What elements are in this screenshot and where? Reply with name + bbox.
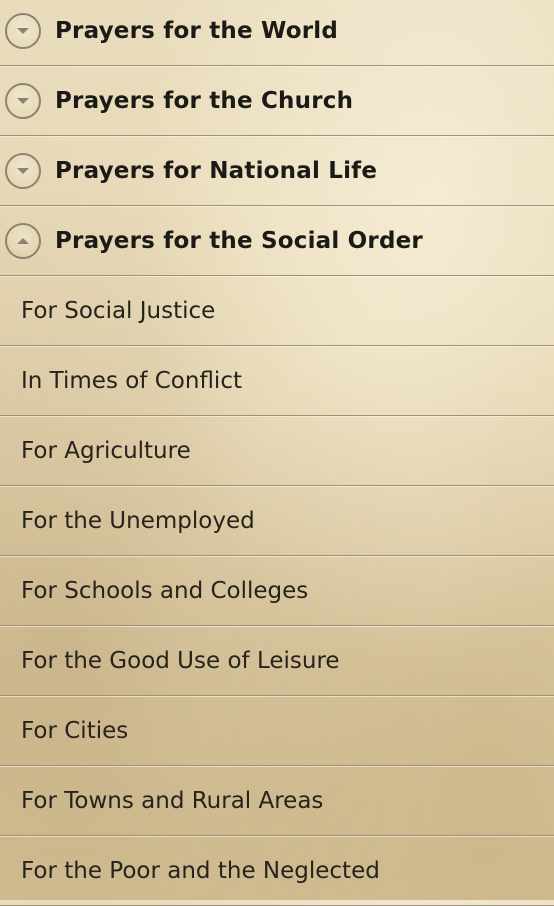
- section-header-national-life[interactable]: Prayers for National Life: [0, 136, 554, 206]
- list-item-label: For Cities: [21, 717, 129, 744]
- section-label: Prayers for National Life: [55, 157, 378, 184]
- list-item-label: For the Unemployed: [21, 507, 255, 534]
- section-label: Prayers for the Social Order: [55, 227, 423, 254]
- list-item-label: For Schools and Colleges: [21, 577, 309, 604]
- list-item-label: For Social Justice: [21, 297, 216, 324]
- list-item-social-justice[interactable]: For Social Justice: [0, 276, 554, 346]
- list-item-towns-rural-areas[interactable]: For Towns and Rural Areas: [0, 766, 554, 836]
- section-label: Prayers for the World: [55, 17, 339, 44]
- chevron-down-icon[interactable]: [5, 82, 41, 119]
- list-item-agriculture[interactable]: For Agriculture: [0, 416, 554, 486]
- list-item-poor-neglected[interactable]: For the Poor and the Neglected: [0, 836, 554, 906]
- section-label: Prayers for the Church: [55, 87, 354, 114]
- list-item-label: For Agriculture: [21, 437, 191, 464]
- list-item-cities[interactable]: For Cities: [0, 696, 554, 766]
- chevron-down-icon[interactable]: [5, 152, 41, 189]
- section-header-world[interactable]: Prayers for the World: [0, 0, 554, 66]
- list-item-label: For the Good Use of Leisure: [21, 647, 340, 674]
- list-item-label: In Times of Conflict: [21, 367, 242, 394]
- section-header-church[interactable]: Prayers for the Church: [0, 66, 554, 136]
- prayer-list: Prayers for the World Prayers for the Ch…: [0, 0, 554, 906]
- list-item-label: For Towns and Rural Areas: [21, 787, 324, 814]
- list-item-unemployed[interactable]: For the Unemployed: [0, 486, 554, 556]
- chevron-down-icon[interactable]: [5, 12, 41, 49]
- list-item-label: For the Poor and the Neglected: [21, 857, 380, 884]
- list-item-times-of-conflict[interactable]: In Times of Conflict: [0, 346, 554, 416]
- chevron-up-icon[interactable]: [5, 222, 41, 259]
- section-header-social-order[interactable]: Prayers for the Social Order: [0, 206, 554, 276]
- list-item-schools-colleges[interactable]: For Schools and Colleges: [0, 556, 554, 626]
- list-item-good-use-of-leisure[interactable]: For the Good Use of Leisure: [0, 626, 554, 696]
